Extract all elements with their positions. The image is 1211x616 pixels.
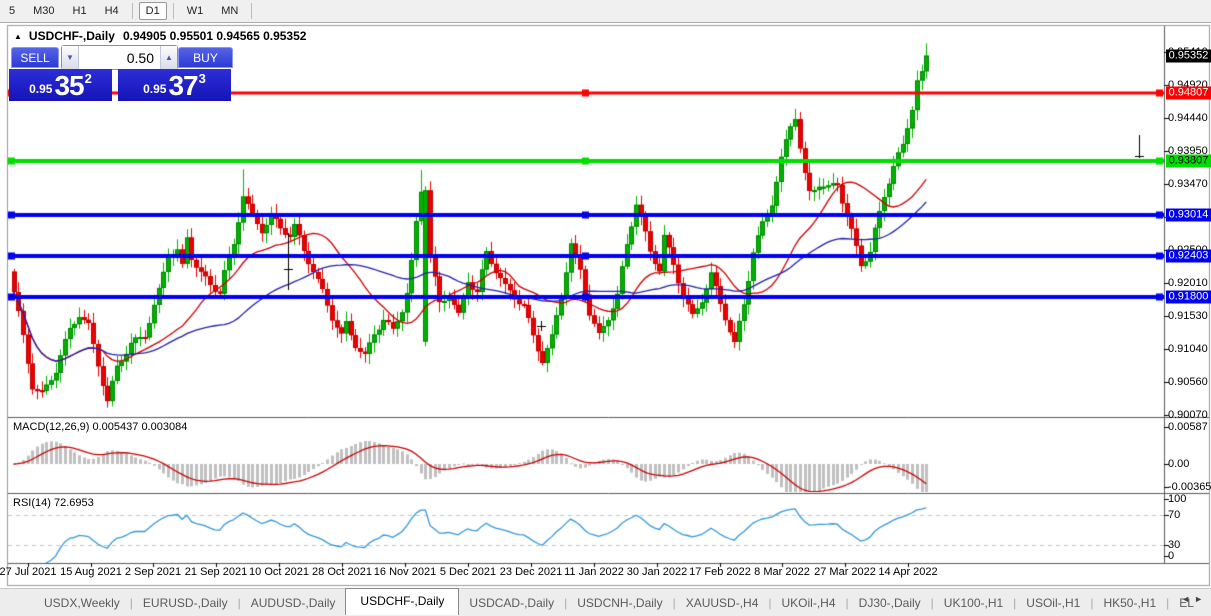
macd-tick-label: 0.00587: [1168, 421, 1208, 433]
timeframe-button-mn[interactable]: MN: [214, 2, 245, 20]
volume-decrease-button[interactable]: ▼: [62, 46, 79, 69]
buy-button[interactable]: BUY: [178, 47, 233, 68]
timeframe-button-w1[interactable]: W1: [180, 2, 211, 20]
date-tick-label: 28 Oct 2021: [312, 566, 372, 578]
price-tick-label: 0.91530: [1168, 310, 1208, 322]
rsi-tick-label: 70: [1168, 509, 1180, 521]
date-tick-label: 30 Jan 2022: [627, 566, 688, 578]
sell-price-display[interactable]: 0.95 35 2: [9, 69, 112, 101]
price-tick-label: 0.92010: [1168, 277, 1208, 289]
price-tag: 0.93807: [1166, 154, 1211, 167]
date-tick-label: 15 Aug 2021: [60, 566, 122, 578]
timeframe-button-5[interactable]: 5: [2, 2, 22, 20]
date-tick-label: 5 Dec 2021: [440, 566, 496, 578]
sell-price-base: 0.95: [29, 82, 52, 96]
chart-symbol-label: USDCHF-,Daily: [29, 29, 115, 43]
date-tick-label: 27 Jul 2021: [0, 566, 56, 578]
timeframe-button-h4[interactable]: H4: [98, 2, 126, 20]
rsi-tick-label: 0: [1168, 550, 1174, 562]
chart-tab-uk100-h1[interactable]: UK100-,H1: [934, 592, 1013, 614]
chart-tab-eurusd-daily[interactable]: EURUSD-,Daily: [133, 592, 238, 614]
sell-price-pips: 35: [54, 73, 83, 99]
timeframe-button-m30[interactable]: M30: [26, 2, 61, 20]
timeframe-button-h1[interactable]: H1: [66, 2, 94, 20]
sell-button[interactable]: SELL: [11, 47, 59, 68]
date-tick-label: 17 Feb 2022: [689, 566, 751, 578]
date-tick-label: 23 Dec 2021: [500, 566, 562, 578]
chart-tab-bar: USDX,Weekly|EURUSD-,Daily|AUDUSD-,DailyU…: [0, 588, 1211, 616]
date-tick-label: 14 Apr 2022: [878, 566, 937, 578]
chart-tab-dj30-daily[interactable]: DJ30-,Daily: [849, 592, 931, 614]
chart-tab-hk50-h1[interactable]: HK50-,H1: [1093, 592, 1166, 614]
price-tick-label: 0.93470: [1168, 178, 1208, 190]
price-tick-label: 0.90070: [1168, 409, 1208, 421]
price-tag: 0.91800: [1166, 291, 1211, 304]
macd-tick-label: 0.00: [1168, 458, 1189, 470]
macd-indicator-label: MACD(12,26,9) 0.005437 0.003084: [13, 421, 187, 433]
sell-price-point: 2: [85, 71, 92, 86]
timeframe-button-d1[interactable]: D1: [139, 2, 167, 20]
rsi-indicator-label: RSI(14) 72.6953: [13, 497, 94, 509]
chart-tab-usdcad-daily[interactable]: USDCAD-,Daily: [459, 592, 564, 614]
date-tick-label: 21 Sep 2021: [185, 566, 247, 578]
chart-ohlc-values: 0.94905 0.95501 0.94565 0.95352: [123, 29, 307, 43]
collapse-panel-icon[interactable]: ▲: [14, 32, 22, 41]
price-tag: 0.92403: [1166, 250, 1211, 263]
price-tick-label: 0.94440: [1168, 112, 1208, 124]
one-click-trading-panel: SELL ▼ ▲ BUY 0.95 35 2 0.95 37 3: [9, 45, 233, 99]
chart-tab-usoil-h1[interactable]: USOil-,H1: [1016, 592, 1090, 614]
timeframe-toolbar: 5M30 H1H4 D1 W1MN: [0, 0, 1211, 23]
mt4-terminal: 5M30 H1H4 D1 W1MN ▲ USDCHF-,Daily 0.94905 0…: [0, 0, 1211, 616]
date-tick-label: 2 Sep 2021: [125, 566, 181, 578]
buy-price-point: 3: [199, 71, 206, 86]
chart-tab-usdchf-daily[interactable]: USDCHF-,Daily: [345, 588, 459, 615]
price-tick-label: 0.90560: [1168, 376, 1208, 388]
macd-tick-label: -0.003659: [1168, 481, 1211, 493]
date-tick-label: 27 Mar 2022: [814, 566, 876, 578]
date-tick-label: 11 Jan 2022: [564, 566, 624, 578]
date-tick-label: 10 Oct 2021: [249, 566, 309, 578]
volume-stepper: ▼ ▲: [61, 45, 178, 70]
toolbar-separator: [132, 3, 133, 19]
buy-price-display[interactable]: 0.95 37 3: [118, 69, 231, 101]
volume-increase-button[interactable]: ▲: [160, 46, 177, 69]
toolbar-separator: [251, 3, 252, 19]
chart-title: ▲ USDCHF-,Daily 0.94905 0.95501 0.94565 …: [14, 29, 306, 43]
price-tag: 0.95352: [1166, 49, 1211, 62]
chart-tab-usdx-weekly[interactable]: USDX,Weekly: [34, 592, 130, 614]
price-tag: 0.94807: [1166, 86, 1211, 99]
toolbar-separator: [173, 3, 174, 19]
chart-tab-ukoil-h4[interactable]: UKOil-,H4: [772, 592, 846, 614]
volume-input[interactable]: [79, 46, 160, 69]
chart-tab-xauusd-h4[interactable]: XAUUSD-,H4: [676, 592, 769, 614]
chart-tab-usdcnh-daily[interactable]: USDCNH-,Daily: [567, 592, 672, 614]
buy-price-base: 0.95: [143, 82, 166, 96]
price-tick-label: 0.91040: [1168, 343, 1208, 355]
rsi-tick-label: 100: [1168, 493, 1186, 505]
tab-scroll-arrows: ◄►: [1181, 594, 1207, 604]
tab-scroll-right-icon[interactable]: ►: [1194, 594, 1207, 604]
tab-scroll-left-icon[interactable]: ◄: [1181, 594, 1194, 604]
buy-price-pips: 37: [168, 73, 197, 99]
price-tag: 0.93014: [1166, 208, 1211, 221]
date-tick-label: 8 Mar 2022: [754, 566, 810, 578]
date-tick-label: 16 Nov 2021: [374, 566, 436, 578]
chart-tab-audusd-daily[interactable]: AUDUSD-,Daily: [241, 592, 346, 614]
